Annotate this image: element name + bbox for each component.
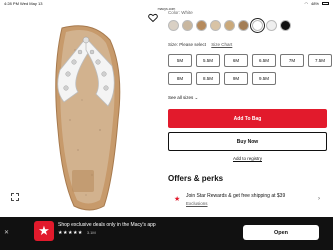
add-to-registry-link[interactable]: Add to registry [168,156,327,161]
exclusions-link[interactable]: Exclusions [186,201,208,206]
color-swatches [168,18,291,33]
add-to-bag-button[interactable]: Add To Bag [168,109,327,128]
color-label: Color: White [168,10,193,15]
size-option[interactable]: 5M [168,54,192,67]
banner-title: Shop exclusive deals only in the Macy's … [58,222,156,228]
color-swatch[interactable] [182,20,193,31]
size-label: Size: Please select Size Chart [168,42,232,47]
chevron-down-icon: ⌄ [194,95,199,100]
status-bar: 4:28 PM Wed May 13 ◠ 48% [0,0,333,7]
star-icon: ★ [174,196,181,203]
chevron-right-icon: › [318,196,320,202]
size-prompt: Size: Please select [168,42,207,47]
color-swatch[interactable] [224,20,235,31]
size-option[interactable]: 6M [224,54,248,67]
size-grid: 5M 5.5M 6M 6.5M 7M 7.5M 8M 8.5M 9M 9.5M [168,54,332,85]
favorite-heart-icon[interactable] [148,13,158,23]
sandal-image [55,25,121,211]
size-option[interactable]: 8M [168,72,192,85]
size-option[interactable]: 9.5M [252,72,276,85]
color-swatch[interactable] [168,20,179,31]
star-rewards-offer[interactable]: ★ Join Star Rewards & get free shipping … [168,190,328,214]
wifi-icon: ◠ [304,1,308,6]
status-date: Wed May 13 [20,1,43,6]
offer-text: Join Star Rewards & get free shipping at… [186,193,286,199]
expand-icon[interactable] [11,193,19,201]
color-swatch[interactable] [266,20,277,31]
size-option[interactable]: 5.5M [196,54,220,67]
buy-now-button[interactable]: Buy Now [168,132,327,151]
rating-count: 3.1M [86,230,96,235]
size-option[interactable]: 9M [224,72,248,85]
open-app-button[interactable]: Open [243,225,319,240]
battery-icon [322,2,329,5]
size-option[interactable]: 7.5M [308,54,332,67]
product-image[interactable] [0,10,163,216]
color-swatch[interactable] [250,18,265,33]
color-swatch[interactable] [196,20,207,31]
color-swatch[interactable] [280,20,291,31]
status-time: 4:28 PM [4,1,19,6]
battery-percent: 48% [310,1,319,6]
close-icon[interactable]: ✕ [4,229,9,236]
size-option[interactable]: 8.5M [196,72,220,85]
app-banner: ✕ ★ Shop exclusive deals only in the Mac… [0,217,333,250]
size-option[interactable]: 6.5M [252,54,276,67]
color-swatch[interactable] [238,20,249,31]
star-rating: ★★★★★ [58,230,83,236]
color-swatch[interactable] [210,20,221,31]
size-chart-link[interactable]: Size Chart [211,42,232,47]
size-option[interactable]: 7M [280,54,304,67]
macys-logo: ★ [34,221,54,241]
see-all-sizes-link[interactable]: See all sizes ⌄ [168,95,198,101]
rating-stars: ★★★★★ 3.1M [58,230,96,236]
offers-heading: Offers & perks [168,174,224,183]
see-all-label: See all sizes [168,95,194,100]
